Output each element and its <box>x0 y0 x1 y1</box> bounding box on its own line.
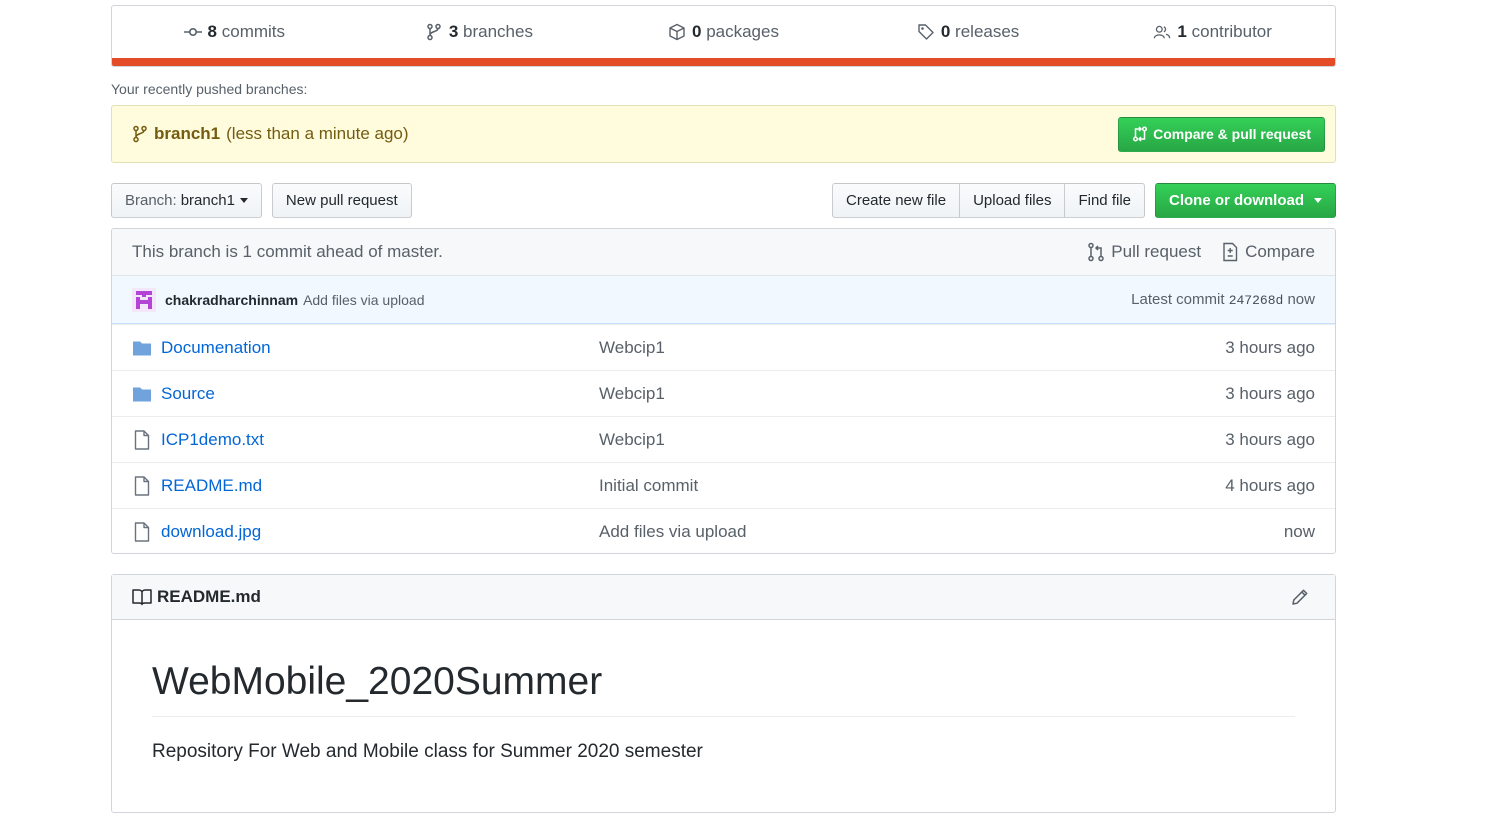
file-commit-message[interactable]: Add files via upload <box>599 522 746 542</box>
create-new-file-button[interactable]: Create new file <box>832 183 961 218</box>
file-age: now <box>1283 521 1315 541</box>
readme-filename: README.md <box>157 587 261 606</box>
commits-count: 8 <box>207 22 218 41</box>
readme-title: WebMobile_2020Summer <box>152 660 1295 717</box>
tag-icon <box>918 24 934 40</box>
file-commit-message[interactable]: Webcip1 <box>599 430 665 450</box>
git-pull-request-icon <box>1088 242 1105 262</box>
commit-message[interactable]: Add files via upload <box>303 292 424 308</box>
caret-down-icon <box>239 198 248 203</box>
table-row: ICP1demo.txt Webcip1 3 hours ago <box>112 416 1335 462</box>
table-row: Documenation Webcip1 3 hours ago <box>112 324 1335 370</box>
people-icon <box>1154 25 1171 39</box>
readme-description: Repository For Web and Mobile class for … <box>152 741 703 762</box>
contributors-link[interactable]: 1 contributor <box>1090 22 1335 42</box>
commit-author[interactable]: chakradharchinnam <box>165 292 298 308</box>
compare-link[interactable]: Compare <box>1221 242 1315 262</box>
clone-download-label: Clone or download <box>1169 192 1304 209</box>
file-age: 3 hours ago <box>1225 337 1315 357</box>
contributors-label: contributor <box>1191 22 1272 41</box>
folder-icon <box>132 338 152 358</box>
contributors-count: 1 <box>1177 22 1187 41</box>
file-icon <box>132 429 152 450</box>
diff-icon <box>1223 242 1238 262</box>
avatar[interactable] <box>132 287 156 312</box>
commit-sha[interactable]: 247268d <box>1229 293 1284 308</box>
file-icon <box>132 521 152 542</box>
recent-branch-time: (less than a minute ago) <box>226 124 409 143</box>
readme-panel: README.md WebMobile_2020Summer Repositor… <box>111 574 1336 813</box>
packages-count: 0 <box>691 22 702 41</box>
latest-commit-bar: chakradharchinnam Add files via upload L… <box>112 276 1335 324</box>
compare-pull-request-button[interactable]: Compare & pull request <box>1118 116 1325 152</box>
commits-link[interactable]: 8 commits <box>112 22 357 42</box>
commits-label: commits <box>221 22 286 41</box>
find-file-button[interactable]: Find file <box>1064 183 1145 218</box>
file-name-link[interactable]: Documenation <box>161 338 599 358</box>
file-age: 3 hours ago <box>1225 429 1315 449</box>
branch-select-button[interactable]: Branch: branch1 <box>111 183 262 218</box>
compare-pull-request-label: Compare & pull request <box>1153 126 1311 142</box>
branch-icon <box>427 23 441 41</box>
file-age: 3 hours ago <box>1225 383 1315 403</box>
readme-content: WebMobile_2020Summer Repository For Web … <box>112 620 1335 763</box>
new-pull-request-button[interactable]: New pull request <box>271 183 412 218</box>
branch-prefix: Branch: <box>125 192 177 209</box>
recent-branches-label: Your recently pushed branches: <box>111 81 308 97</box>
readme-header: README.md <box>112 575 1335 620</box>
table-row: download.jpg Add files via upload now <box>112 508 1335 553</box>
caret-down-icon <box>1314 198 1322 203</box>
book-icon <box>132 589 152 606</box>
branch-status-text: This branch is 1 commit ahead of master. <box>132 242 443 261</box>
commit-time: now <box>1287 291 1315 308</box>
file-age: 4 hours ago <box>1225 475 1315 495</box>
file-icon <box>132 475 152 496</box>
commit-icon <box>183 28 202 37</box>
branches-label: branches <box>463 22 533 41</box>
file-navigation: Branch: branch1 New pull request Create … <box>111 183 1336 218</box>
file-name-link[interactable]: README.md <box>161 476 599 496</box>
branch-select-value: branch1 <box>180 192 235 209</box>
file-commit-message[interactable]: Initial commit <box>599 476 698 496</box>
file-commit-message[interactable]: Webcip1 <box>599 384 665 404</box>
repo-summary: 8 commits 3 branches 0 packages 0 releas… <box>111 5 1336 67</box>
branches-count: 3 <box>448 22 459 41</box>
compare-label: Compare <box>1245 242 1315 261</box>
upload-files-button[interactable]: Upload files <box>959 183 1066 218</box>
branch-status-bar: This branch is 1 commit ahead of master.… <box>112 229 1335 276</box>
table-row: README.md Initial commit 4 hours ago <box>112 462 1335 508</box>
branches-link[interactable]: 3 branches <box>357 22 602 42</box>
recent-branch-name[interactable]: branch1 <box>154 124 220 144</box>
releases-label: releases <box>955 22 1020 41</box>
clone-download-button[interactable]: Clone or download <box>1155 183 1336 218</box>
package-icon <box>669 23 685 41</box>
packages-label: packages <box>706 22 779 41</box>
file-actions-group: Create new file Upload files Find file <box>832 183 1145 218</box>
releases-count: 0 <box>940 22 951 41</box>
git-compare-icon <box>1133 126 1148 142</box>
folder-icon <box>132 384 152 404</box>
file-browser: This branch is 1 commit ahead of master.… <box>111 228 1336 554</box>
pull-request-link[interactable]: Pull request <box>1087 242 1201 262</box>
file-name-link[interactable]: download.jpg <box>161 522 599 542</box>
recent-branch-banner: branch1 (less than a minute ago) Compare… <box>111 105 1336 163</box>
file-name-link[interactable]: Source <box>161 384 599 404</box>
language-bar[interactable] <box>112 58 1335 66</box>
packages-link[interactable]: 0 packages <box>601 22 846 42</box>
branch-icon <box>133 125 147 143</box>
pull-request-label: Pull request <box>1111 242 1202 261</box>
file-commit-message[interactable]: Webcip1 <box>599 338 665 358</box>
file-name-link[interactable]: ICP1demo.txt <box>161 430 599 450</box>
releases-link[interactable]: 0 releases <box>846 22 1091 42</box>
latest-commit-label: Latest commit <box>1131 291 1225 308</box>
table-row: Source Webcip1 3 hours ago <box>112 370 1335 416</box>
pencil-icon[interactable] <box>1290 587 1310 607</box>
